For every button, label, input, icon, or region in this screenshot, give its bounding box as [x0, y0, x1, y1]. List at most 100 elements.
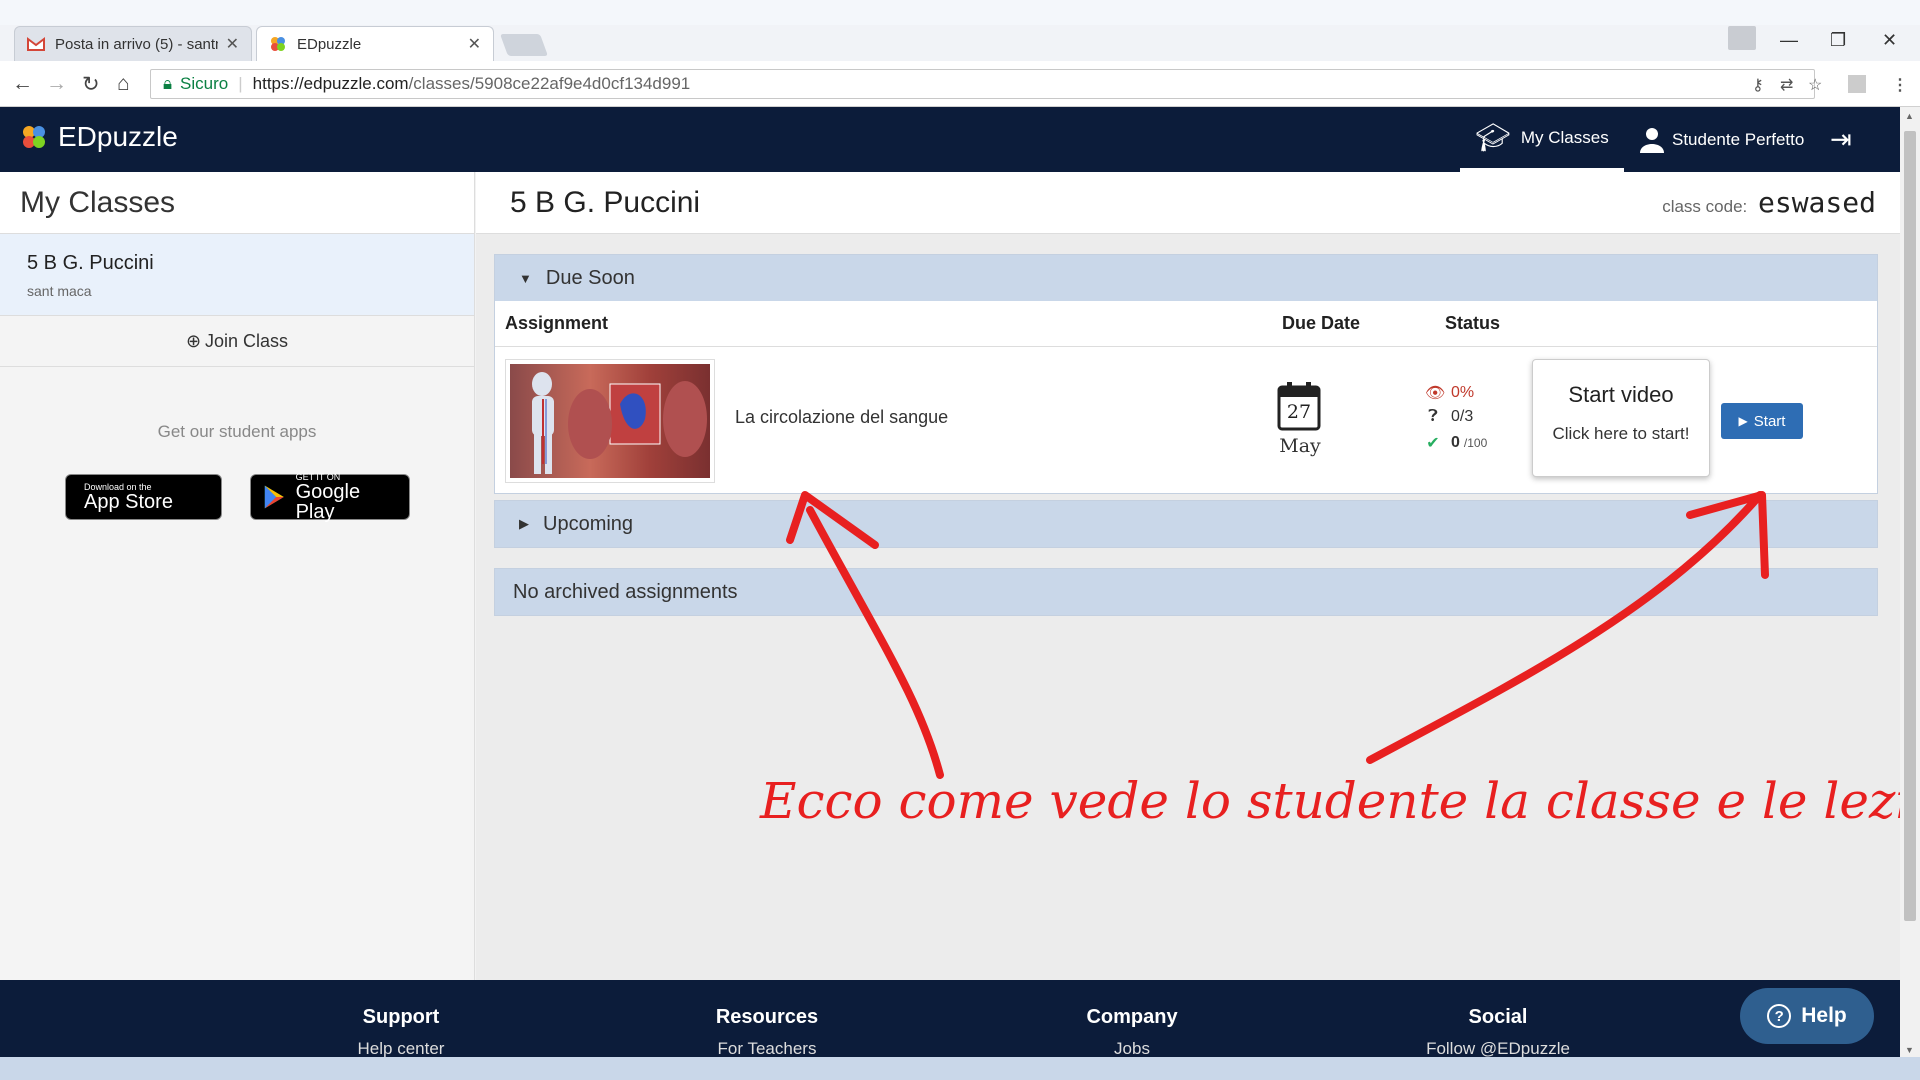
logout-icon[interactable]: ⇥ — [1830, 107, 1852, 172]
column-assignment: Assignment — [505, 313, 609, 333]
status-score: ✔ 0 /100 — [1425, 433, 1487, 453]
footer-company: Company Jobs — [1032, 1006, 1232, 1057]
forward-icon[interactable]: → — [46, 72, 67, 96]
footer-heading: Resources — [715, 1006, 819, 1028]
extension-icon[interactable] — [1848, 75, 1866, 93]
footer-heading: Social — [1468, 1006, 1528, 1028]
close-window-icon[interactable]: ✕ — [1882, 30, 1897, 51]
score-total: /100 — [1463, 436, 1488, 450]
translate-icon[interactable]: ⇄ — [1780, 75, 1793, 95]
due-soon-header[interactable]: ▼ Due Soon — [495, 255, 1877, 301]
app-header: EDpuzzle 🎓︎ My Classes Studente Perfetto… — [0, 107, 1900, 172]
calendar-icon: 27 — [1277, 381, 1321, 431]
tooltip-text: Click here to start! — [1552, 424, 1690, 443]
footer-heading: Company — [1086, 1006, 1178, 1028]
start-button[interactable]: ▶ Start — [1721, 403, 1803, 439]
minimize-icon[interactable]: — — [1780, 30, 1798, 51]
column-due-date: Due Date — [1282, 313, 1361, 333]
sidebar-class-item[interactable]: 5 B G. Puccini sant maca — [0, 234, 474, 316]
due-day: 27 — [1286, 401, 1312, 423]
footer-link-jobs[interactable]: Jobs — [1032, 1039, 1232, 1057]
tab-gmail[interactable]: Posta in arrivo (5) - santm ✕ — [14, 26, 252, 61]
caret-right-icon: ▶ — [519, 516, 529, 531]
tab-label: Posta in arrivo (5) - santm — [55, 35, 218, 53]
user-icon — [1640, 127, 1664, 153]
scroll-down-icon[interactable]: ▼ — [1905, 1045, 1914, 1055]
annotation-text: Ecco come vede lo studente la classe e l… — [760, 772, 1920, 830]
close-tab-icon[interactable]: ✕ — [226, 34, 239, 54]
home-icon[interactable]: ⌂ — [117, 72, 130, 96]
sidebar: My Classes 5 B G. Puccini sant maca ⊕ Jo… — [0, 172, 475, 980]
tab-label: EDpuzzle — [297, 35, 362, 53]
google-play-big: Google Play — [295, 481, 361, 523]
close-tab-icon[interactable]: ✕ — [468, 34, 481, 54]
sidebar-class-teacher: sant maca — [27, 283, 92, 299]
due-soon-panel: ▼ Due Soon Assignment Due Date Status La… — [494, 254, 1878, 494]
edpuzzle-logo[interactable]: EDpuzzle — [18, 121, 178, 153]
class-code-label: class code: — [1662, 197, 1748, 216]
class-code: class code: eswased — [1662, 186, 1876, 219]
app-store-big: App Store — [84, 491, 173, 513]
address-bar-row: ← → ↻ ⌂ 🔒︎ Sicuro | https://edpuzzle.com… — [0, 61, 1920, 107]
google-play-icon — [264, 485, 284, 509]
help-label: Help — [1801, 1004, 1847, 1027]
scroll-up-icon[interactable]: ▲ — [1905, 111, 1914, 121]
footer: Support Help center Resources For Teache… — [0, 980, 1900, 1057]
start-label: Start — [1753, 412, 1786, 430]
url-separator: | — [238, 74, 243, 93]
back-icon[interactable]: ← — [12, 72, 33, 96]
main-content: 5 B G. Puccini class code: eswased ▼ Due… — [476, 172, 1900, 980]
nav-user[interactable]: Studente Perfetto — [1640, 107, 1804, 172]
google-play-text: GET IT ON Google Play — [296, 472, 399, 522]
class-code-value: eswased — [1757, 186, 1876, 219]
page-scrollbar[interactable]: ▲ ▼ — [1900, 107, 1920, 1057]
bottom-strip — [0, 1057, 1920, 1080]
restore-icon[interactable]: ❐ — [1830, 30, 1846, 51]
gmail-icon — [27, 35, 45, 53]
assignment-title[interactable]: La circolazione del sangue — [735, 407, 948, 428]
sidebar-title: My Classes — [0, 172, 474, 234]
assignment-table-header: Assignment Due Date Status — [495, 301, 1877, 347]
edpuzzle-icon — [269, 35, 287, 53]
scrollbar-thumb[interactable] — [1904, 131, 1916, 921]
google-play-button[interactable]: GET IT ON Google Play — [250, 472, 410, 522]
profile-icon[interactable] — [1728, 26, 1756, 50]
watched-value: 0% — [1451, 384, 1475, 401]
menu-icon[interactable]: ⋮ — [1892, 75, 1908, 95]
tab-edpuzzle[interactable]: EDpuzzle ✕ — [256, 26, 494, 61]
url-base: https://edpuzzle.com — [252, 74, 409, 93]
reload-icon[interactable]: ↻ — [82, 72, 100, 97]
url-input[interactable]: 🔒︎ Sicuro | https://edpuzzle.com/classes… — [150, 69, 1815, 99]
star-icon[interactable]: ☆ — [1808, 75, 1822, 95]
screen: Posta in arrivo (5) - santm ✕ EDpuzzle ✕… — [0, 0, 1920, 1080]
column-status: Status — [1445, 313, 1501, 333]
logo-text: EDpuzzle — [58, 121, 178, 152]
tooltip-title: Start video — [1568, 382, 1674, 407]
status-watched: 👁︎ 0% — [1425, 383, 1474, 403]
plus-circle-icon: ⊕ — [185, 330, 202, 351]
assignment-thumbnail[interactable] — [505, 359, 715, 483]
video-thumbnail-image — [510, 364, 710, 478]
assignment-row[interactable]: La circolazione del sangue 27 May 👁︎ 0% … — [495, 347, 1877, 493]
join-class-label: Join Class — [205, 330, 289, 351]
app-store-button[interactable]: Download on the App Store — [65, 474, 222, 520]
start-video-tooltip: Start video Click here to start! — [1532, 359, 1710, 477]
nav-user-label: Studente Perfetto — [1672, 129, 1805, 149]
play-circle-icon: ▶ — [1738, 414, 1748, 428]
due-soon-label: Due Soon — [545, 266, 635, 289]
eye-icon: 👁︎ — [1425, 385, 1446, 402]
key-icon[interactable]: ⚷ — [1752, 75, 1764, 95]
footer-link-for-teachers[interactable]: For Teachers — [667, 1039, 867, 1057]
footer-link-help-center[interactable]: Help center — [301, 1039, 501, 1057]
new-tab-button[interactable] — [499, 34, 549, 56]
join-class-button[interactable]: ⊕ Join Class — [0, 316, 474, 367]
sidebar-class-name: 5 B G. Puccini — [27, 252, 154, 274]
footer-social: Social Follow @EDpuzzle — [1398, 1006, 1598, 1057]
help-button[interactable]: ? Help — [1740, 988, 1874, 1044]
class-header: 5 B G. Puccini class code: eswased — [476, 172, 1900, 234]
footer-link-follow[interactable]: Follow @EDpuzzle — [1398, 1039, 1598, 1057]
nav-my-classes[interactable]: 🎓︎ My Classes — [1460, 107, 1624, 172]
upcoming-panel[interactable]: ▶ Upcoming — [494, 500, 1878, 548]
status-questions: ❓︎ 0/3 — [1425, 408, 1473, 426]
upcoming-label: Upcoming — [543, 512, 634, 535]
